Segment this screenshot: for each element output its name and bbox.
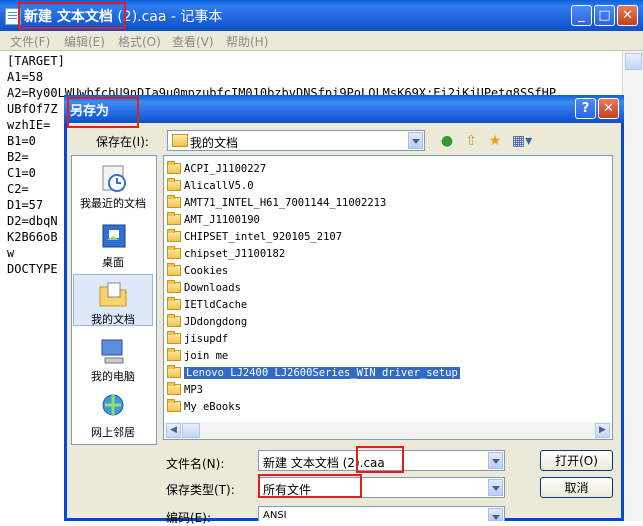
place-label: 我最近的文档 <box>80 197 146 210</box>
folder-icon <box>167 212 181 225</box>
folder-icon <box>167 348 181 361</box>
menu-edit[interactable]: 编辑(E) <box>64 33 105 50</box>
list-item[interactable]: ACPI_J1100227 <box>167 161 266 177</box>
list-item[interactable]: JDdongdong <box>167 314 247 330</box>
text-line: A1=58 <box>7 70 44 84</box>
folder-icon <box>167 331 181 344</box>
place-desktop[interactable]: 桌面 <box>73 222 153 270</box>
close-icon[interactable]: ✕ <box>617 5 638 26</box>
folder-icon <box>167 365 181 378</box>
recent-documents-icon <box>102 165 126 192</box>
list-item[interactable]: AMT_J1100190 <box>167 212 260 228</box>
notepad-menu-bar: 文件(F) 编辑(E) 格式(O) 查看(V) 帮助(H) <box>0 31 643 51</box>
file-list-horizontal-scrollbar[interactable]: ◀ ▶ <box>164 422 612 439</box>
folder-icon <box>167 195 181 208</box>
highlight-filetype <box>258 474 362 498</box>
chevron-down-icon[interactable] <box>488 508 503 521</box>
folder-icon <box>167 161 181 174</box>
desktop-icon <box>102 224 126 248</box>
chevron-down-icon[interactable] <box>408 132 423 149</box>
encoding-value: ANSI <box>263 510 287 521</box>
new-folder-icon[interactable]: ★ <box>485 132 505 150</box>
list-item[interactable]: Downloads <box>167 280 241 296</box>
save-in-value: 我的文档 <box>190 136 239 150</box>
chevron-down-icon[interactable] <box>488 479 503 496</box>
scroll-right-icon[interactable]: ▶ <box>595 423 610 438</box>
list-item[interactable]: chipset_J1100182 <box>167 246 285 262</box>
folder-icon <box>167 229 181 242</box>
place-my-computer[interactable]: 我的电脑 <box>73 336 153 384</box>
dialog-title-bar[interactable]: 另存为 ? ✕ <box>64 95 624 123</box>
up-folder-icon[interactable]: ⇧ <box>461 132 481 150</box>
text-line: [TARGET] <box>7 54 65 68</box>
highlight-dialog-title <box>67 97 139 128</box>
open-button[interactable]: 打开(O) <box>540 450 613 471</box>
encoding-label: 编码(E): <box>166 511 211 525</box>
folder-icon <box>167 280 181 293</box>
list-item[interactable]: IETldCache <box>167 297 247 313</box>
dialog-close-icon[interactable]: ✕ <box>598 98 619 119</box>
list-item[interactable]: jisupdf <box>167 331 228 347</box>
folder-icon <box>167 297 181 310</box>
list-item[interactable]: AlicallV5.0 <box>167 178 254 194</box>
notepad-vertical-scrollbar[interactable] <box>622 51 643 521</box>
maximize-icon[interactable]: □ <box>594 5 615 26</box>
scroll-thumb[interactable] <box>182 423 200 438</box>
place-label: 我的文档 <box>91 313 135 326</box>
list-item[interactable]: CHIPSET_intel_920105_2107 <box>167 229 342 245</box>
menu-format[interactable]: 格式(O) <box>118 33 161 50</box>
list-item[interactable]: MP3 <box>167 382 203 398</box>
encoding-dropdown[interactable]: ANSI <box>258 506 505 521</box>
minimize-icon[interactable]: _ <box>571 5 592 26</box>
folder-icon <box>167 263 181 276</box>
folder-icon <box>167 314 181 327</box>
network-icon <box>102 394 124 416</box>
place-network[interactable]: 网上邻居 <box>73 392 153 440</box>
list-item[interactable]: AMT71_INTEL_H61_7001144_11002213 <box>167 195 386 211</box>
menu-view[interactable]: 查看(V) <box>172 33 214 50</box>
folder-icon <box>167 382 181 395</box>
list-item[interactable]: My eBooks <box>167 399 241 415</box>
filename-label: 文件名(N): <box>166 457 225 471</box>
save-in-label: 保存在(I): <box>96 135 149 149</box>
chevron-down-icon[interactable] <box>488 452 503 469</box>
save-in-dropdown[interactable]: 我的文档 <box>167 130 425 151</box>
cancel-button[interactable]: 取消 <box>540 477 613 498</box>
place-label: 网上邻居 <box>91 426 135 439</box>
filetype-label: 保存类型(T): <box>166 483 235 497</box>
place-label: 桌面 <box>102 256 124 269</box>
place-my-documents[interactable]: 我的文档 <box>73 274 153 326</box>
folder-icon <box>172 134 188 147</box>
my-documents-icon <box>99 282 127 307</box>
folder-icon <box>167 178 181 191</box>
list-item[interactable]: Cookies <box>167 263 228 279</box>
highlight-title <box>18 2 126 29</box>
place-recent[interactable]: 我最近的文档 <box>73 163 153 211</box>
scroll-left-icon[interactable]: ◀ <box>166 423 181 438</box>
folder-icon <box>167 399 181 412</box>
menu-help[interactable]: 帮助(H) <box>226 33 268 50</box>
help-icon[interactable]: ? <box>575 98 596 119</box>
place-label: 我的电脑 <box>91 370 135 383</box>
folder-icon <box>167 246 181 259</box>
menu-file[interactable]: 文件(F) <box>10 33 50 50</box>
my-computer-icon <box>101 339 124 364</box>
view-menu-icon[interactable]: ▦▾ <box>509 132 535 150</box>
file-list[interactable]: ACPI_J1100227 AlicallV5.0 AMT71_INTEL_H6… <box>163 155 613 440</box>
highlight-extension <box>356 446 404 473</box>
list-item[interactable]: join me <box>167 348 228 364</box>
back-icon[interactable]: ● <box>437 132 457 150</box>
list-item-selected[interactable]: Lenovo LJ2400 LJ2600Series_WIN driver_se… <box>167 365 460 381</box>
scroll-up-icon[interactable] <box>625 53 642 70</box>
